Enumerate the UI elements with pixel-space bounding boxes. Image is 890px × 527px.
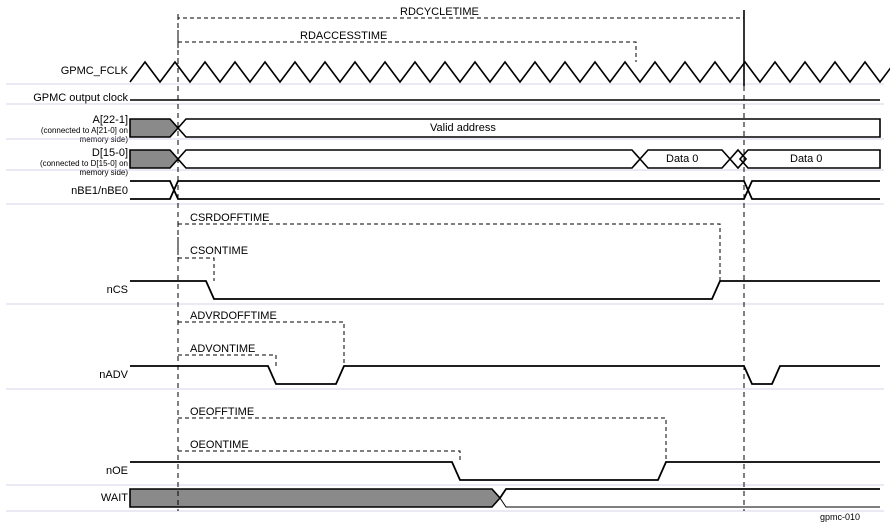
timing-diagram: RDCYCLETIME RDACCESSTIME GPMC_FCLK GPMC … xyxy=(0,0,890,527)
waveforms-svg xyxy=(0,0,890,527)
